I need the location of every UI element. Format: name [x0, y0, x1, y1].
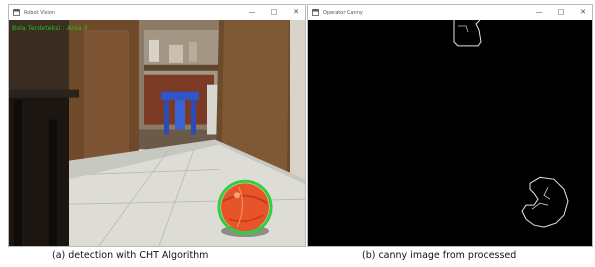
operator-canny-window: Operator Canny — □ ✕: [307, 4, 593, 247]
app-window-icon: [13, 9, 20, 16]
window-title: Robot Vision: [24, 9, 56, 16]
title-bar[interactable]: Operator Canny — □ ✕: [308, 5, 592, 20]
caption-detection: (a) detection with CHT Algorithm: [52, 250, 209, 261]
canny-view: [308, 20, 592, 246]
minimize-icon[interactable]: —: [247, 9, 257, 16]
minimize-icon[interactable]: —: [534, 9, 544, 16]
maximize-icon[interactable]: □: [269, 9, 279, 16]
detection-status-text: Bola Terdeteksi : Area 3: [12, 25, 88, 32]
robot-vision-window: Robot Vision — □ ✕ Bola Terdeteksi: Are…: [8, 4, 306, 247]
camera-frame: [9, 20, 305, 246]
title-bar[interactable]: Robot Vision — □ ✕: [9, 5, 305, 20]
close-icon[interactable]: ✕: [291, 9, 301, 16]
maximize-icon[interactable]: □: [556, 9, 566, 16]
canny-edge-frame: [308, 20, 592, 246]
caption-canny: (b) canny image from processed: [362, 250, 517, 261]
app-window-icon: [312, 9, 319, 16]
close-icon[interactable]: ✕: [578, 9, 588, 16]
window-title: Operator Canny: [323, 9, 363, 16]
camera-view: Bola Terdeteksi : Area 3: [9, 20, 305, 246]
ball: [221, 183, 269, 232]
